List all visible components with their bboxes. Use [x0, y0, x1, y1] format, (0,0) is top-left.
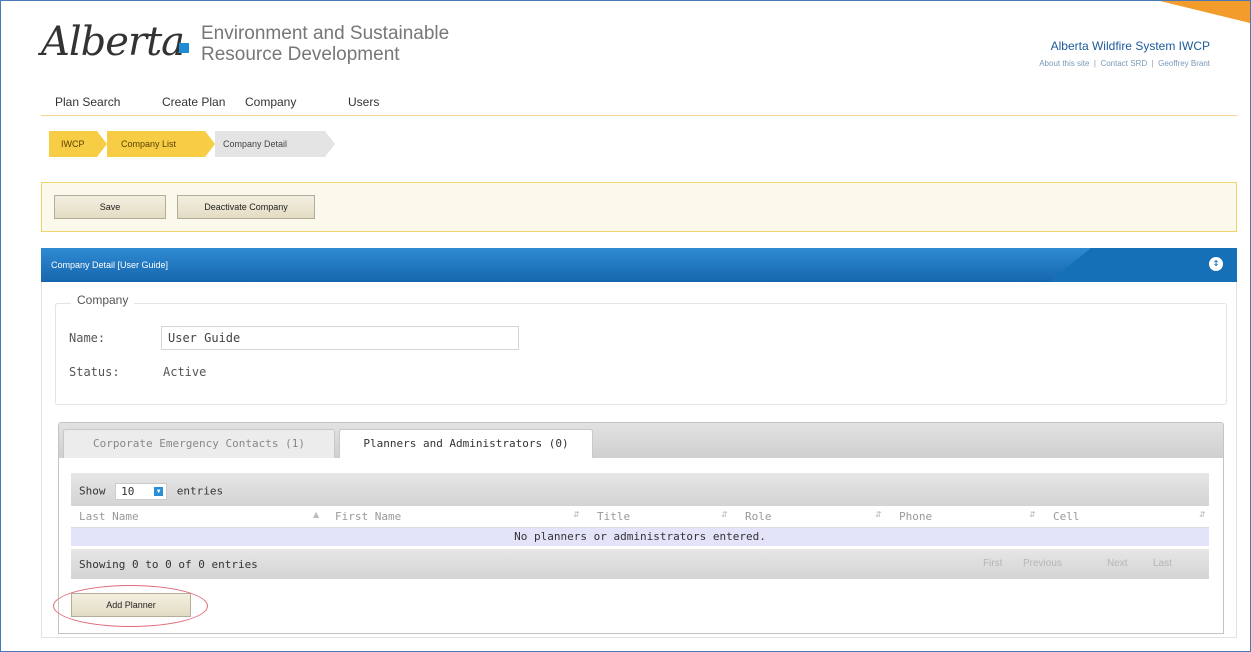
entries-label: entries: [176, 484, 224, 498]
nav-company[interactable]: Company: [245, 95, 296, 109]
main-nav: Plan Search Create Plan Company Users: [41, 87, 1237, 116]
table-toolbar: Show 10 ▼ entries: [71, 473, 1209, 506]
tab-planners-and-administrators[interactable]: Planners and Administrators (0): [339, 429, 593, 460]
column-last-name[interactable]: Last Name: [79, 510, 139, 523]
contact-link[interactable]: Contact SRD: [1100, 59, 1147, 68]
panel-header-shine: [41, 248, 1091, 282]
pagination-next[interactable]: Next: [1107, 558, 1128, 569]
deactivate-company-button[interactable]: Deactivate Company: [177, 195, 315, 219]
show-label: Show: [79, 484, 106, 498]
status-value: Active: [163, 365, 207, 379]
sort-icon: ⇵: [1199, 510, 1206, 519]
about-link[interactable]: About this site: [1039, 59, 1089, 68]
column-title[interactable]: Title: [597, 510, 630, 523]
sort-icon: ▲: [313, 510, 320, 519]
panel-title: Company Detail [User Guide]: [51, 260, 169, 270]
breadcrumb-arrow: [97, 131, 107, 157]
dropdown-arrow-icon: ▼: [154, 487, 164, 496]
empty-table-message: No planners or administrators entered.: [71, 528, 1209, 546]
link-separator: |: [1151, 59, 1154, 68]
table-header: Last Name ▲ First Name ⇵ Title ⇵ Role ⇵ …: [71, 507, 1209, 528]
pagination-first[interactable]: First: [983, 558, 1002, 569]
page-frame: Alberta Environment and Sustainable Reso…: [0, 0, 1251, 652]
page-size-control: Show 10 ▼ entries: [79, 483, 223, 500]
department-name: Environment and Sustainable Resource Dev…: [201, 23, 449, 65]
table-info: Showing 0 to 0 of 0 entries: [79, 558, 258, 571]
breadcrumb-iwcp[interactable]: IWCP: [49, 131, 97, 157]
page-size-value: 10: [121, 485, 135, 498]
company-legend: Company: [71, 293, 135, 307]
column-first-name[interactable]: First Name: [335, 510, 401, 523]
corner-accent: [1160, 1, 1250, 23]
sort-icon: ⇵: [721, 510, 728, 519]
pagination-last[interactable]: Last: [1153, 558, 1172, 569]
action-toolbar: Save Deactivate Company: [41, 182, 1237, 232]
system-name: Alberta Wildfire System IWCP: [1050, 39, 1210, 53]
user-link[interactable]: Geoffrey Brant: [1158, 59, 1210, 68]
table-footer: Showing 0 to 0 of 0 entries First Previo…: [71, 549, 1209, 579]
department-line-1: Environment and Sustainable: [201, 23, 450, 44]
column-cell[interactable]: Cell: [1053, 510, 1080, 523]
sort-icon: ⇵: [573, 510, 580, 519]
top-links: About this site | Contact SRD | Geoffrey…: [1039, 59, 1210, 68]
link-separator: |: [1093, 59, 1096, 68]
sort-icon: ⇵: [875, 510, 882, 519]
panel-header: Company Detail [User Guide] ↕: [41, 248, 1237, 282]
company-name-input[interactable]: [161, 326, 519, 350]
breadcrumb-company-list[interactable]: Company List: [107, 131, 205, 157]
sort-icon: ⇵: [1029, 510, 1036, 519]
page-size-select[interactable]: 10 ▼: [115, 483, 168, 500]
alberta-logo[interactable]: Alberta: [41, 19, 185, 65]
tab-corporate-emergency-contacts[interactable]: Corporate Emergency Contacts (1): [63, 429, 335, 459]
breadcrumb-company-detail: Company Detail: [215, 131, 325, 157]
column-role[interactable]: Role: [745, 510, 772, 523]
company-fieldset: [55, 303, 1227, 405]
save-button[interactable]: Save: [54, 195, 166, 219]
breadcrumb-arrow: [325, 131, 335, 157]
department-line-2: Resource Development: [201, 44, 400, 65]
name-label: Name:: [69, 331, 106, 345]
status-label: Status:: [69, 365, 120, 379]
breadcrumb-arrow: [205, 131, 215, 157]
nav-create-plan[interactable]: Create Plan: [162, 95, 225, 109]
tab-bar: Corporate Emergency Contacts (1) Planner…: [58, 422, 1224, 460]
nav-plan-search[interactable]: Plan Search: [55, 95, 120, 109]
logo-square-icon: [179, 43, 189, 53]
panel-toggle-icon[interactable]: ↕: [1209, 257, 1223, 271]
nav-users[interactable]: Users: [348, 95, 379, 109]
pagination-previous[interactable]: Previous: [1023, 558, 1062, 569]
highlight-annotation: [53, 585, 208, 627]
column-phone[interactable]: Phone: [899, 510, 932, 523]
